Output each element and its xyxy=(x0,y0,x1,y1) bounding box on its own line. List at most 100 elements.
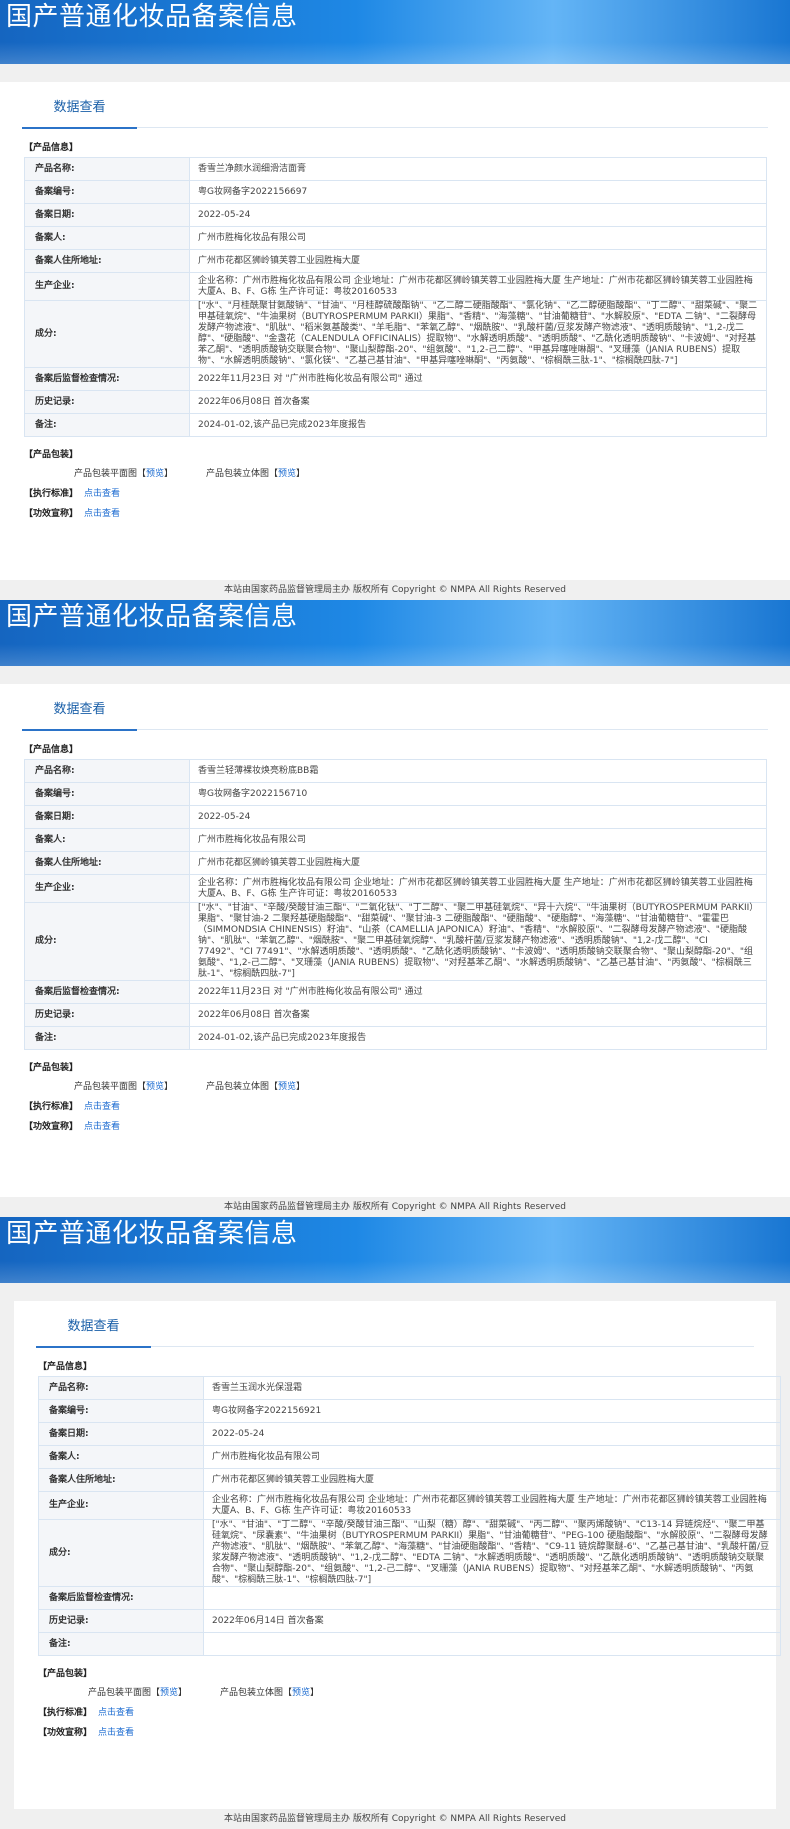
record-panel: 数据查看 【产品信息】 产品名称: 香雪兰玉润水光保湿霜 备案编号: 粤G妆网备字20… xyxy=(14,1301,781,1811)
manufacturer-value: 企业名称：广州市胜梅化妆品有限公司 企业地址：广州市花都区狮岭镇芙蓉工业园胜梅大… xyxy=(189,272,767,301)
inspection-label: 备案后监督检查情况: xyxy=(24,980,190,1004)
info-row-inspection: 备案后监督检查情况: 2022年11月23日 对 "广州市胜梅化妆品有限公司" 通… xyxy=(24,980,767,1004)
info-row-filer-address: 备案人住所地址: 广州市花都区狮岭镇芙蓉工业园胜梅大厦 xyxy=(24,249,767,273)
product-info-table: 产品名称: 香雪兰净颜水润细滑洁面膏 备案编号: 粤G妆网备字2022156697 备案… xyxy=(24,157,767,437)
filing-number-value: 粤G妆网备字2022156710 xyxy=(189,782,767,806)
efficacy-label: 【功效宣称】 xyxy=(24,1122,79,1132)
standard-view-link[interactable]: 点击查看 xyxy=(84,489,120,499)
header-banner: 国产普通化妆品备案信息 xyxy=(0,600,790,666)
info-row-filer-address: 备案人住所地址: 广州市花都区狮岭镇芙蓉工业园胜梅大厦 xyxy=(24,851,767,875)
ingredients-value: ["水"、"甘油"、"丁二醇"、"辛酸/癸酸甘油三酯"、"山梨（糖）醇"、"甜菜… xyxy=(203,1519,781,1587)
info-row-filing-number: 备案编号: 粤G妆网备字2022156697 xyxy=(24,180,767,204)
history-value: 2022年06月14日 首次备案 xyxy=(203,1609,781,1633)
filing-date-label: 备案日期: xyxy=(38,1422,204,1446)
filer-address-label: 备案人住所地址: xyxy=(38,1468,204,1492)
ingredients-label: 成分: xyxy=(24,300,190,368)
inspection-value: 2022年11月23日 对 "广州市胜梅化妆品有限公司" 通过 xyxy=(189,980,767,1004)
product-name-label: 产品名称: xyxy=(24,759,190,783)
standard-label: 【执行标准】 xyxy=(24,1102,79,1112)
info-row-manufacturer: 生产企业: 企业名称：广州市胜梅化妆品有限公司 企业地址：广州市花都区狮岭镇芙蓉工… xyxy=(24,272,767,301)
filer-address-value: 广州市花都区狮岭镇芙蓉工业园胜梅大厦 xyxy=(203,1468,781,1492)
package-heading: 【产品包装】 xyxy=(24,1063,79,1073)
tab-bar: 数据查看 xyxy=(36,1301,754,1348)
remarks-value: 2024-01-02,该产品已完成2023年度报告 xyxy=(189,1026,767,1050)
history-value: 2022年06月08日 首次备案 xyxy=(189,390,767,414)
info-row-history: 历史记录: 2022年06月14日 首次备案 xyxy=(38,1609,781,1633)
standard-label: 【执行标准】 xyxy=(24,489,79,499)
efficacy-row: 【功效宣称】 点击查看 xyxy=(24,1119,790,1132)
info-row-ingredients: 成分: ["水"、"甘油"、"辛酸/癸酸甘油三酯"、"二氧化钛"、"丁二醇"、"聚… xyxy=(24,902,767,981)
ingredients-label: 成分: xyxy=(24,902,190,981)
product-name-value: 香雪兰净颜水润细滑洁面膏 xyxy=(189,157,767,181)
page-title: 国产普通化妆品备案信息 xyxy=(6,602,298,632)
footer-copyright: 本站由国家药品监督管理局主办 版权所有 Copyright © NMPA All… xyxy=(0,580,790,600)
tab-data-view[interactable]: 数据查看 xyxy=(36,1312,151,1348)
preview-flat-link[interactable]: 预览 xyxy=(146,1082,164,1092)
product-info-heading: 【产品信息】 xyxy=(38,1362,93,1372)
preview-flat-link[interactable]: 预览 xyxy=(146,469,164,479)
efficacy-label: 【功效宣称】 xyxy=(38,1728,93,1738)
filing-date-value: 2022-05-24 xyxy=(189,203,767,227)
standard-view-link[interactable]: 点击查看 xyxy=(98,1708,134,1718)
standard-label: 【执行标准】 xyxy=(38,1708,93,1718)
info-row-product-name: 产品名称: 香雪兰玉润水光保湿霜 xyxy=(38,1376,781,1400)
manufacturer-value: 企业名称：广州市胜梅化妆品有限公司 企业地址：广州市花都区狮岭镇芙蓉工业园胜梅大… xyxy=(203,1491,781,1520)
filer-address-value: 广州市花都区狮岭镇芙蓉工业园胜梅大厦 xyxy=(189,851,767,875)
info-row-ingredients: 成分: ["水"、"月桂酰聚甘氨酸钠"、"甘油"、"月桂醇硫酸酯钠"、"乙二醇二硬… xyxy=(24,300,767,368)
remarks-value xyxy=(203,1632,781,1656)
package-3d-label: 产品包装立体图 xyxy=(205,1082,269,1092)
package-flat-label: 产品包装平面图 xyxy=(74,469,138,479)
efficacy-view-link[interactable]: 点击查看 xyxy=(98,1728,134,1738)
standard-row: 【执行标准】 点击查看 xyxy=(38,1705,776,1718)
filer-value: 广州市胜梅化妆品有限公司 xyxy=(189,828,767,852)
header-banner: 国产普通化妆品备案信息 xyxy=(0,0,790,64)
tab-data-view[interactable]: 数据查看 xyxy=(22,695,137,731)
manufacturer-label: 生产企业: xyxy=(38,1491,204,1520)
info-row-filing-number: 备案编号: 粤G妆网备字2022156921 xyxy=(38,1399,781,1423)
product-info-table: 产品名称: 香雪兰玉润水光保湿霜 备案编号: 粤G妆网备字2022156921 备案日期… xyxy=(38,1376,781,1656)
info-row-filing-date: 备案日期: 2022-05-24 xyxy=(24,805,767,829)
preview-3d-link[interactable]: 预览 xyxy=(292,1688,310,1698)
preview-3d-link[interactable]: 预览 xyxy=(278,469,296,479)
info-row-remarks: 备注: 2024-01-02,该产品已完成2023年度报告 xyxy=(24,1026,767,1050)
product-name-value: 香雪兰轻薄裸妆焕亮粉底BB霜 xyxy=(189,759,767,783)
package-heading: 【产品包装】 xyxy=(24,450,79,460)
filer-address-label: 备案人住所地址: xyxy=(24,851,190,875)
filing-number-label: 备案编号: xyxy=(24,782,190,806)
efficacy-view-link[interactable]: 点击查看 xyxy=(84,1122,120,1132)
filing-number-label: 备案编号: xyxy=(38,1399,204,1423)
standard-view-link[interactable]: 点击查看 xyxy=(84,1102,120,1112)
remarks-label: 备注: xyxy=(24,1026,190,1050)
tab-data-view[interactable]: 数据查看 xyxy=(22,93,137,129)
package-row: 产品包装平面图【预览】 产品包装立体图【预览】 xyxy=(74,1082,305,1092)
ingredients-value: ["水"、"甘油"、"辛酸/癸酸甘油三酯"、"二氧化钛"、"丁二醇"、"聚二甲基… xyxy=(189,902,767,981)
filing-number-value: 粤G妆网备字2022156921 xyxy=(203,1399,781,1423)
info-row-ingredients: 成分: ["水"、"甘油"、"丁二醇"、"辛酸/癸酸甘油三酯"、"山梨（糖）醇"、… xyxy=(38,1519,781,1587)
manufacturer-label: 生产企业: xyxy=(24,272,190,301)
filing-number-value: 粤G妆网备字2022156697 xyxy=(189,180,767,204)
product-name-label: 产品名称: xyxy=(38,1376,204,1400)
info-row-filer-address: 备案人住所地址: 广州市花都区狮岭镇芙蓉工业园胜梅大厦 xyxy=(38,1468,781,1492)
info-row-history: 历史记录: 2022年06月08日 首次备案 xyxy=(24,1003,767,1027)
info-row-inspection: 备案后监督检查情况: 2022年11月23日 对 "广州市胜梅化妆品有限公司" 通… xyxy=(24,367,767,391)
page-title: 国产普通化妆品备案信息 xyxy=(6,1219,298,1249)
manufacturer-value: 企业名称：广州市胜梅化妆品有限公司 企业地址：广州市花都区狮岭镇芙蓉工业园胜梅大… xyxy=(189,874,767,903)
package-flat-label: 产品包装平面图 xyxy=(74,1082,138,1092)
ingredients-value: ["水"、"月桂酰聚甘氨酸钠"、"甘油"、"月桂醇硫酸酯钠"、"乙二醇二硬脂酸酯… xyxy=(189,300,767,368)
inspection-label: 备案后监督检查情况: xyxy=(24,367,190,391)
info-row-remarks: 备注: xyxy=(38,1632,781,1656)
filing-date-value: 2022-05-24 xyxy=(189,805,767,829)
inspection-value xyxy=(203,1586,781,1610)
info-row-remarks: 备注: 2024-01-02,该产品已完成2023年度报告 xyxy=(24,413,767,437)
efficacy-view-link[interactable]: 点击查看 xyxy=(84,509,120,519)
record-block-2: 国产普通化妆品备案信息 数据查看 【产品信息】 产品名称: 香雪兰轻薄裸妆焕亮粉底… xyxy=(0,600,790,1217)
filer-address-value: 广州市花都区狮岭镇芙蓉工业园胜梅大厦 xyxy=(189,249,767,273)
preview-flat-link[interactable]: 预览 xyxy=(160,1688,178,1698)
filer-address-label: 备案人住所地址: xyxy=(24,249,190,273)
product-info-heading: 【产品信息】 xyxy=(24,745,79,755)
preview-3d-link[interactable]: 预览 xyxy=(278,1082,296,1092)
info-row-filer: 备案人: 广州市胜梅化妆品有限公司 xyxy=(38,1445,781,1469)
filer-label: 备案人: xyxy=(24,226,190,250)
tab-bar: 数据查看 xyxy=(22,684,768,731)
package-heading: 【产品包装】 xyxy=(38,1669,93,1679)
